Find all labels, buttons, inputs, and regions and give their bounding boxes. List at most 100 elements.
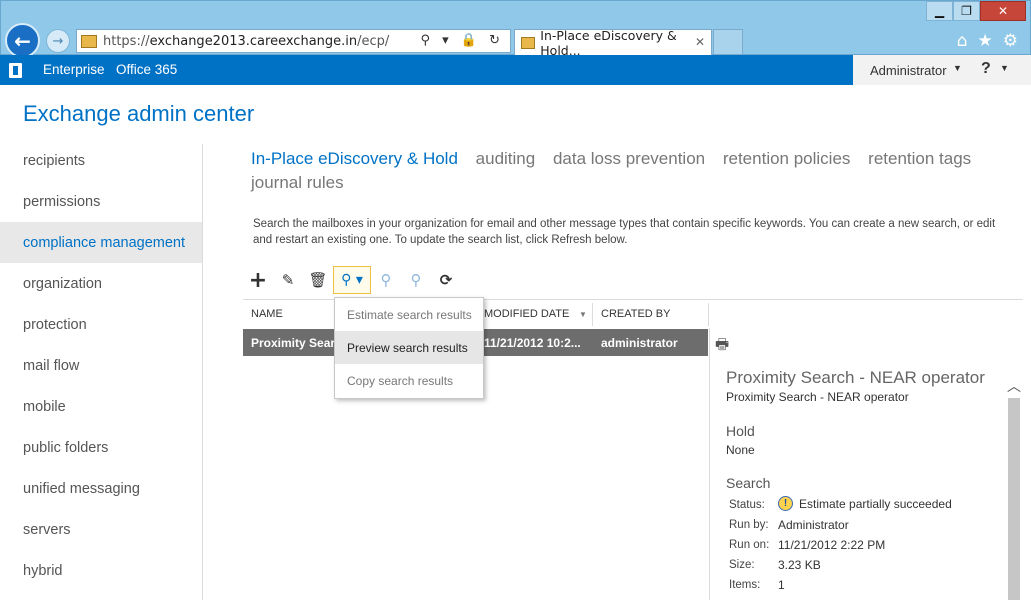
run-on-value: 11/21/2012 2:22 PM — [778, 538, 886, 552]
hold-value: None — [726, 443, 755, 457]
search-icon: ⚲ ▾ — [341, 272, 363, 288]
print-icon[interactable]: 🖶 — [715, 334, 729, 359]
nav-item-organization[interactable]: organization — [0, 263, 202, 304]
nav-item-servers[interactable]: servers — [0, 509, 202, 550]
browser-chrome: ▁ ❐ ✕ ← → https:// exchange2013.careexch… — [0, 0, 1031, 58]
page-title: Exchange admin center — [23, 101, 255, 126]
menu-item-estimate[interactable]: Estimate search results — [335, 298, 483, 331]
tab-title: In-Place eDiscovery & Hold... — [540, 28, 677, 58]
refresh-button[interactable]: ⟳ — [431, 266, 461, 294]
forward-button[interactable]: → — [46, 29, 70, 53]
column-header-modified-date[interactable]: MODIFIED DATE — [484, 308, 569, 320]
arrow-left-icon: ← — [14, 28, 31, 53]
nav-item-mobile[interactable]: mobile — [0, 386, 202, 427]
tab-auditing[interactable]: auditing — [476, 149, 536, 168]
menu-item-copy[interactable]: Copy search results — [335, 364, 483, 397]
delete-icon: 🗑 — [308, 271, 328, 289]
search-dropdown-menu: Estimate search results Preview search r… — [334, 297, 484, 399]
cell-created-by: administrator — [601, 336, 678, 350]
details-subtitle: Proximity Search - NEAR operator — [726, 390, 909, 404]
browser-toolbar: ⌂ ★ ⚙ — [957, 31, 1018, 51]
status-value: ! Estimate partially succeeded — [778, 496, 952, 511]
nav-item-recipients[interactable]: recipients — [0, 140, 202, 181]
tab-journal-rules[interactable]: journal rules — [251, 173, 344, 192]
column-header-created-by[interactable]: CREATED BY — [601, 308, 670, 320]
url-scheme: https:// — [103, 33, 150, 49]
office-logo-icon[interactable] — [9, 63, 22, 78]
new-tab-button[interactable] — [713, 29, 743, 55]
url-path: /ecp/ — [357, 33, 390, 49]
refresh-icon: ⟳ — [439, 271, 453, 289]
tab-close-icon[interactable]: ✕ — [695, 35, 705, 49]
items-label: Items: — [729, 579, 761, 591]
sort-down-icon[interactable]: ▼ — [579, 310, 587, 319]
page-icon — [81, 34, 97, 48]
tab-in-place-ediscovery[interactable]: In-Place eDiscovery & Hold — [251, 149, 458, 168]
home-icon[interactable]: ⌂ — [957, 31, 968, 51]
hold-heading: Hold — [726, 423, 755, 439]
sub-tabs: In-Place eDiscovery & Hold auditing data… — [251, 147, 1011, 195]
run-on-label: Run on: — [729, 539, 770, 551]
minimize-button[interactable]: ▁ — [926, 1, 953, 21]
nav-item-permissions[interactable]: permissions — [0, 181, 202, 222]
tab-retention-tags[interactable]: retention tags — [868, 149, 971, 168]
status-text: Estimate partially succeeded — [799, 496, 952, 511]
address-bar[interactable]: https:// exchange2013.careexchange.in /e… — [76, 29, 511, 53]
search-heading: Search — [726, 475, 771, 491]
close-button[interactable]: ✕ — [980, 1, 1026, 21]
tab-data-loss-prevention[interactable]: data loss prevention — [553, 149, 705, 168]
details-scrollbar[interactable]: ︿ — [1005, 376, 1023, 600]
gear-icon[interactable]: ⚙ — [1003, 31, 1018, 51]
column-separator — [592, 303, 593, 326]
help-button[interactable]: ? — [981, 60, 991, 78]
tab-page-icon — [521, 37, 536, 49]
page-description: Search the mailboxes in your organizatio… — [253, 218, 996, 246]
nav-item-mail-flow[interactable]: mail flow — [0, 345, 202, 386]
toolbar: + ✎ 🗑 ⚲ ▾ ⚲ ⚲ ⟳ — [243, 266, 461, 294]
column-header-name[interactable]: NAME — [251, 308, 283, 320]
menu-item-preview[interactable]: Preview search results — [335, 331, 483, 364]
search-dropdown-button[interactable]: ⚲ ▾ — [333, 266, 371, 294]
cell-modified: 11/21/2012 10:2... — [484, 336, 581, 350]
office365-link[interactable]: Office 365 — [116, 62, 177, 77]
nav-item-protection[interactable]: protection — [0, 304, 202, 345]
stop-search-icon: ⚲ — [410, 271, 422, 289]
chevron-up-icon[interactable]: ︿ — [1007, 376, 1021, 396]
help-chevron-down-icon[interactable]: ▼ — [1000, 63, 1009, 73]
stop-search-button[interactable]: ⚲ — [401, 266, 431, 294]
nav-item-public-folders[interactable]: public folders — [0, 427, 202, 468]
nav-item-hybrid[interactable]: hybrid — [0, 550, 202, 591]
enterprise-link[interactable]: Enterprise — [43, 62, 105, 77]
tab-retention-policies[interactable]: retention policies — [723, 149, 851, 168]
run-by-label: Run by: — [729, 519, 769, 531]
address-actions-icon[interactable]: ⚲ ▾ 🔒 ↻ — [420, 33, 504, 48]
suite-bar: Enterprise Office 365 Administrator ▼ ? … — [0, 55, 1031, 85]
nav-divider — [202, 144, 203, 600]
warning-icon: ! — [778, 496, 793, 511]
estimate-button[interactable]: ⚲ — [371, 266, 401, 294]
chevron-down-icon[interactable]: ▼ — [953, 63, 962, 73]
column-separator — [708, 303, 709, 326]
arrow-right-icon: → — [52, 33, 64, 49]
user-menu[interactable]: Administrator — [870, 63, 947, 78]
items-value: 1 — [778, 578, 785, 592]
size-value: 3.23 KB — [778, 558, 821, 572]
window-controls: ▁ ❐ ✕ — [926, 1, 1026, 21]
url-host: exchange2013.careexchange.in — [149, 33, 358, 49]
star-icon[interactable]: ★ — [978, 31, 993, 51]
nav-item-unified-messaging[interactable]: unified messaging — [0, 468, 202, 509]
restore-button[interactable]: ❐ — [953, 1, 980, 21]
delete-button[interactable]: 🗑 — [303, 266, 333, 294]
size-label: Size: — [729, 559, 755, 571]
left-nav: recipients permissions compliance manage… — [0, 140, 202, 591]
status-label: Status: — [729, 499, 765, 511]
back-button[interactable]: ← — [5, 23, 40, 58]
estimate-icon: ⚲ — [380, 271, 392, 289]
details-pane: 🖶 Proximity Search - NEAR operator Proxi… — [709, 328, 1031, 600]
browser-tab[interactable]: In-Place eDiscovery & Hold... ✕ — [514, 28, 712, 58]
nav-item-compliance-management[interactable]: compliance management — [0, 222, 202, 263]
cell-name: Proximity Search - NEAR operator — [251, 336, 334, 350]
scrollbar-thumb[interactable] — [1008, 398, 1020, 600]
add-button[interactable]: + — [243, 266, 273, 294]
edit-button[interactable]: ✎ — [273, 266, 303, 294]
